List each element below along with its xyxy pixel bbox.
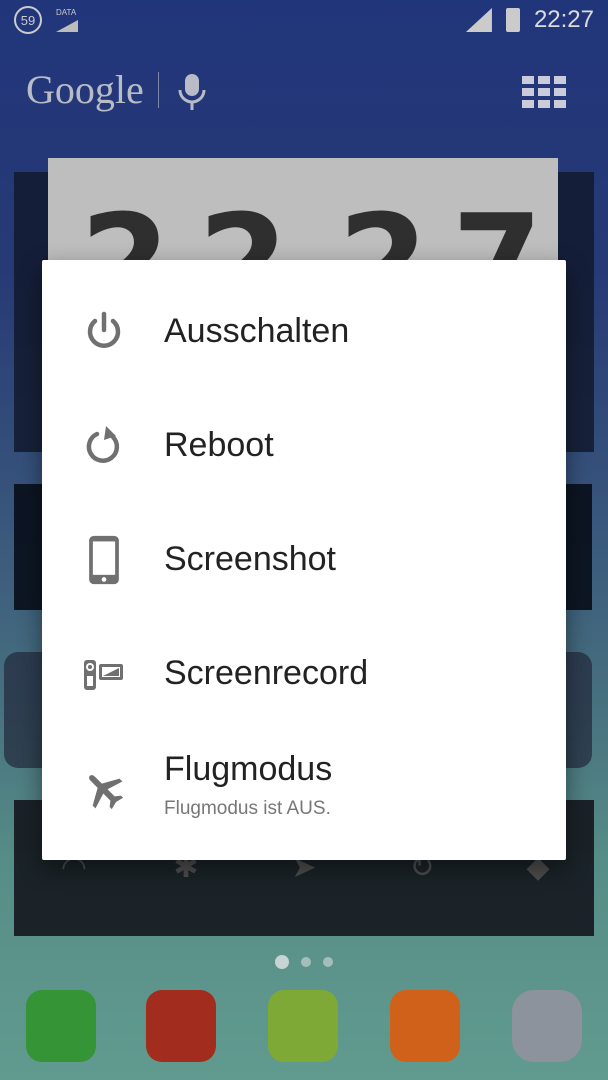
reboot-menu-item[interactable]: Reboot [42,390,566,504]
reboot-icon [86,426,120,463]
screenshot-menu-item[interactable]: Screenshot [42,504,566,618]
phone-icon [89,535,119,585]
power-menu-dialog: Ausschalten Reboot Screenshot Screenreco… [42,260,566,860]
screenrecord-menu-item[interactable]: Screenrecord [42,618,566,732]
airplane-icon [89,775,124,810]
power-icon [87,311,121,348]
menu-item-label: Screenrecord [164,654,369,692]
screenrecord-icon [84,660,123,690]
menu-item-label: Ausschalten [164,312,350,350]
power-off-menu-item[interactable]: Ausschalten [42,276,566,390]
airplane-mode-menu-item[interactable]: Flugmodus Flugmodus ist AUS. [42,732,566,846]
menu-item-label: Reboot [164,426,274,464]
menu-item-label: Screenshot [164,540,336,578]
menu-item-label: Flugmodus [164,750,333,788]
airplane-mode-status: Flugmodus ist AUS. [164,798,331,819]
